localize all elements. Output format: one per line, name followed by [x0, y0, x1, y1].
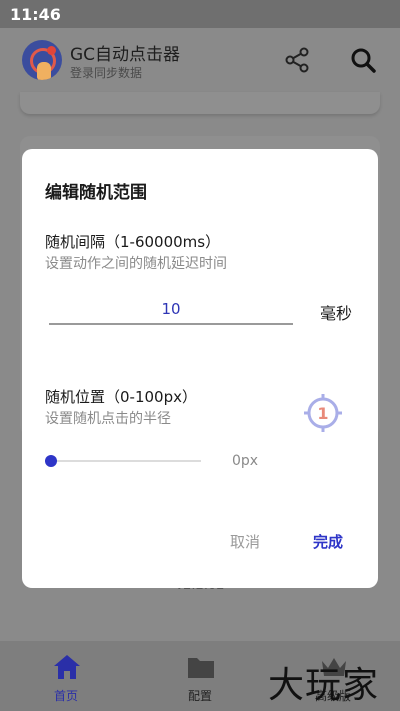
background-card: [20, 92, 380, 114]
app-bar: GC自动点击器 登录同步数据: [0, 28, 400, 92]
cancel-button[interactable]: 取消: [230, 531, 260, 552]
home-icon: [54, 655, 80, 679]
status-bar: 11:46: [0, 0, 400, 28]
nav-label-home: 首页: [53, 689, 78, 703]
interval-unit-label: 毫秒: [320, 304, 353, 323]
login-sync-link[interactable]: 登录同步数据: [70, 64, 142, 81]
random-position-description: 设置随机点击的半径: [45, 411, 171, 427]
nav-label-config: 配置: [187, 689, 212, 703]
random-position-title: 随机位置（0-100px）: [45, 388, 197, 406]
nav-item-home[interactable]: 首页: [16, 641, 116, 711]
random-interval-title: 随机间隔（1-60000ms）: [45, 233, 221, 251]
slider-track: [45, 460, 201, 462]
status-time: 11:46: [10, 5, 61, 24]
random-position-slider[interactable]: [45, 451, 201, 471]
dialog-title: 编辑随机范围: [45, 183, 147, 203]
target-number: 1: [317, 404, 328, 423]
search-icon[interactable]: [349, 46, 377, 74]
app-title: GC自动点击器: [70, 45, 181, 65]
random-interval-description: 设置动作之间的随机延迟时间: [45, 256, 227, 272]
share-icon[interactable]: [283, 46, 311, 74]
random-interval-input[interactable]: [49, 295, 293, 325]
target-icon: 1: [304, 394, 342, 432]
slider-value: 0px: [232, 453, 259, 469]
nav-item-config[interactable]: 配置: [150, 641, 250, 711]
done-button[interactable]: 完成: [313, 531, 343, 552]
watermark: 大玩家: [268, 665, 380, 706]
app-logo-icon: [22, 40, 62, 80]
folder-icon: [188, 658, 214, 678]
edit-random-range-dialog: 编辑随机范围 随机间隔（1-60000ms） 设置动作之间的随机延迟时间 毫秒 …: [22, 149, 378, 588]
slider-thumb[interactable]: [45, 455, 57, 467]
